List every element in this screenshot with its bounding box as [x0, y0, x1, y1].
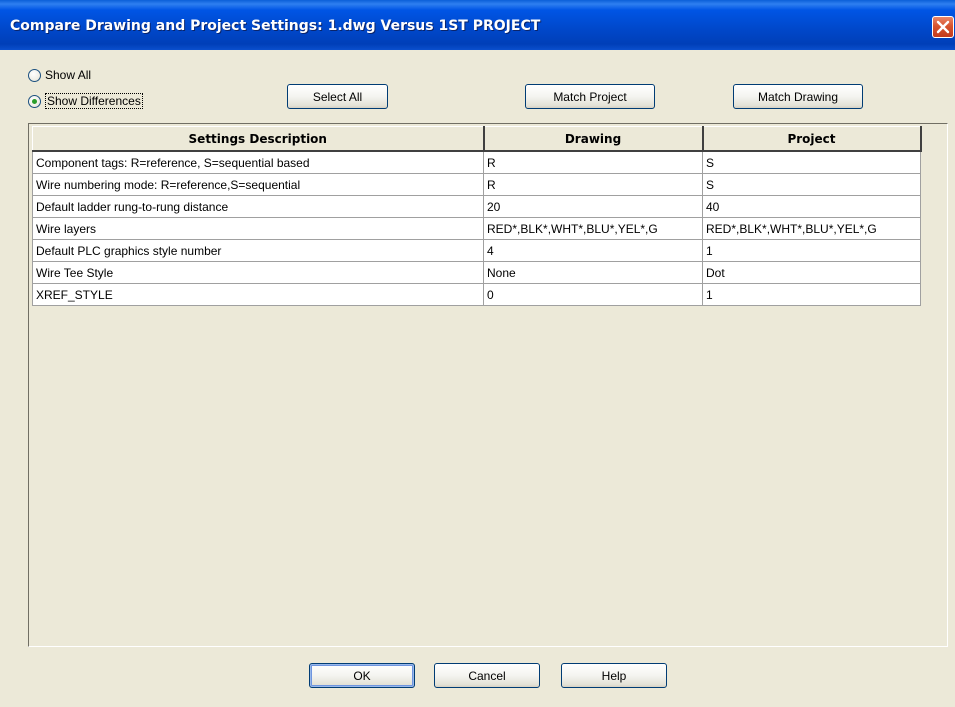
header-row: Settings Description Drawing Project: [32, 126, 922, 152]
project-value[interactable]: 1: [702, 239, 921, 262]
setting-description: Default PLC graphics style number: [32, 239, 484, 262]
settings-table: Settings Description Drawing Project Com…: [32, 126, 922, 306]
show-all-radio[interactable]: [28, 68, 41, 82]
setting-description: Component tags: R=reference, S=sequentia…: [32, 150, 484, 174]
table-row[interactable]: Default ladder rung-to-rung distance 20 …: [32, 195, 921, 218]
title-bar[interactable]: Compare Drawing and Project Settings: 1.…: [0, 0, 955, 50]
drawing-value[interactable]: 0: [483, 283, 703, 306]
drawing-value[interactable]: 4: [483, 239, 703, 262]
show-all-label: Show All: [45, 68, 92, 82]
drawing-value[interactable]: RED*,BLK*,WHT*,BLU*,YEL*,G: [483, 217, 703, 240]
drawing-value[interactable]: 20: [483, 195, 703, 218]
show-differences-label: Show Differences: [45, 93, 143, 109]
window-title: Compare Drawing and Project Settings: 1.…: [10, 18, 541, 34]
project-value[interactable]: Dot: [702, 261, 921, 284]
drawing-value[interactable]: None: [483, 261, 703, 284]
show-differences-option[interactable]: Show Differences: [28, 93, 143, 109]
help-button[interactable]: Help: [561, 663, 667, 688]
setting-description: Wire layers: [32, 217, 484, 240]
project-value[interactable]: S: [702, 150, 921, 174]
table-row[interactable]: Wire layers RED*,BLK*,WHT*,BLU*,YEL*,G R…: [32, 217, 921, 240]
table-row[interactable]: XREF_STYLE 0 1: [32, 283, 921, 306]
project-value[interactable]: 40: [702, 195, 921, 218]
drawing-value[interactable]: R: [483, 173, 703, 196]
column-header-drawing[interactable]: Drawing: [483, 126, 704, 152]
column-header-description[interactable]: Settings Description: [32, 126, 485, 152]
cancel-button[interactable]: Cancel: [434, 663, 540, 688]
table-row[interactable]: Component tags: R=reference, S=sequentia…: [32, 150, 921, 174]
project-value[interactable]: 1: [702, 283, 921, 306]
setting-description: Default ladder rung-to-rung distance: [32, 195, 484, 218]
settings-grid[interactable]: Settings Description Drawing Project Com…: [28, 123, 948, 647]
project-value[interactable]: S: [702, 173, 921, 196]
compare-settings-dialog: Compare Drawing and Project Settings: 1.…: [0, 0, 955, 707]
table-row[interactable]: Wire Tee Style None Dot: [32, 261, 921, 284]
table-row[interactable]: Wire numbering mode: R=reference,S=seque…: [32, 173, 921, 196]
column-header-project[interactable]: Project: [702, 126, 922, 152]
setting-description: Wire Tee Style: [32, 261, 484, 284]
select-all-button[interactable]: Select All: [287, 84, 388, 109]
close-icon: [936, 20, 950, 34]
match-drawing-button[interactable]: Match Drawing: [733, 84, 863, 109]
setting-description: Wire numbering mode: R=reference,S=seque…: [32, 173, 484, 196]
match-project-button[interactable]: Match Project: [525, 84, 655, 109]
show-differences-radio[interactable]: [28, 94, 41, 108]
show-all-option[interactable]: Show All: [28, 67, 91, 83]
drawing-value[interactable]: R: [483, 150, 703, 174]
close-button[interactable]: [932, 16, 954, 38]
setting-description: XREF_STYLE: [32, 283, 484, 306]
table-row[interactable]: Default PLC graphics style number 4 1: [32, 239, 921, 262]
project-value[interactable]: RED*,BLK*,WHT*,BLU*,YEL*,G: [702, 217, 921, 240]
ok-button[interactable]: OK: [309, 663, 415, 688]
